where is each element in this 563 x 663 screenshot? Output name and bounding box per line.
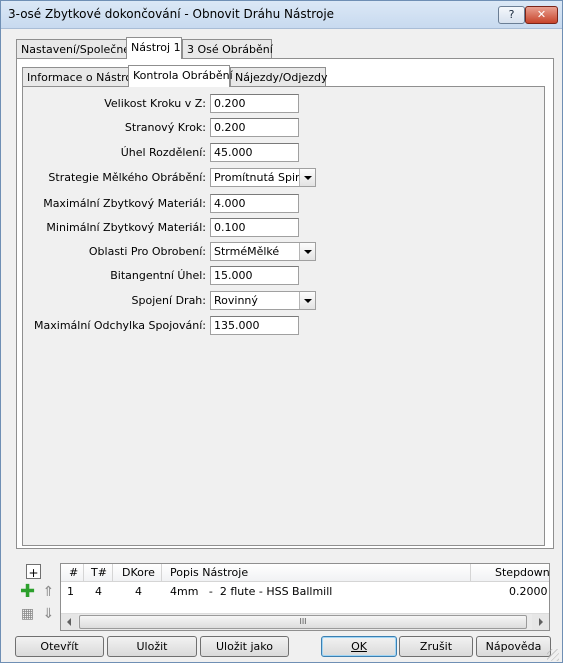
- cell-dcore: 4: [135, 585, 142, 598]
- scroll-right-icon[interactable]: [532, 614, 549, 630]
- close-button[interactable]: ✕: [525, 6, 558, 24]
- min-stock-input[interactable]: 0.100: [210, 218, 299, 237]
- tab-leads[interactable]: Nájezdy/Odjezdy: [230, 67, 328, 87]
- inner-tab-strip: Informace o Nástroji Kontrola Obrábění N…: [22, 65, 542, 87]
- table-row[interactable]: 1 4 4 4mm - 2 flute - HSS Ballmill 0.200…: [61, 583, 549, 601]
- row-shallow-strategy: Strategie Mělkého Obrábění: Promítnutá S…: [2, 168, 332, 188]
- cell-tnum: 4: [95, 585, 102, 598]
- max-link-dev-input[interactable]: 135.000: [210, 316, 299, 335]
- horizontal-scrollbar[interactable]: III: [61, 613, 549, 630]
- bitangent-input[interactable]: 15.000: [210, 266, 299, 285]
- dialog-window: 3-osé Zbytkové dokončování - Obnovit Drá…: [0, 0, 563, 663]
- shallow-strategy-select[interactable]: Promítnutá Spirála: [210, 168, 316, 187]
- row-regions: Oblasti Pro Obrobení: StrméMělké: [2, 242, 332, 262]
- move-down-icon[interactable]: ⇓: [39, 605, 58, 624]
- save-button[interactable]: Uložit: [107, 636, 197, 657]
- label-split-angle: Úhel Rozdělení:: [120, 146, 206, 159]
- row-step-z: Velikost Kroku v Z: 0.200: [2, 94, 332, 114]
- ok-button[interactable]: OK: [321, 636, 397, 657]
- move-up-icon[interactable]: ⇑: [39, 583, 58, 602]
- label-step-z: Velikost Kroku v Z:: [104, 97, 206, 110]
- save-as-button[interactable]: Uložit jako: [200, 636, 289, 657]
- window-title: 3-osé Zbytkové dokončování - Obnovit Drá…: [8, 7, 335, 21]
- scroll-thumb[interactable]: III: [79, 615, 527, 629]
- header-stepdown[interactable]: Stepdown: [495, 566, 550, 579]
- row-bitangent: Bitangentní Úhel: 15.000: [2, 266, 332, 286]
- label-shallow-strategy: Strategie Mělkého Obrábění:: [48, 171, 206, 184]
- tool-table-header: # T# DKore Popis Nástroje Stepdown: [61, 564, 550, 582]
- add-tool-icon[interactable]: ✚: [18, 583, 37, 602]
- row-link-paths: Spojení Drah: Rovinný: [2, 291, 332, 311]
- cancel-button[interactable]: Zrušit: [399, 636, 473, 657]
- step-z-input[interactable]: 0.200: [210, 94, 299, 113]
- stepover-input[interactable]: 0.200: [210, 118, 299, 137]
- label-regions: Oblasti Pro Obrobení:: [88, 245, 206, 258]
- tool-table: # T# DKore Popis Nástroje Stepdown 1 4 4…: [60, 563, 550, 631]
- row-split-angle: Úhel Rozdělení: 45.000: [2, 143, 332, 163]
- label-stepover: Stranový Krok:: [124, 121, 206, 134]
- header-tnum[interactable]: T#: [91, 566, 107, 579]
- cell-stepdown: 0.2000: [509, 585, 548, 598]
- regions-select[interactable]: StrméMělké: [210, 242, 316, 261]
- row-min-stock: Minimální Zbytkový Materiál: 0.100: [2, 218, 332, 238]
- label-min-stock: Minimální Zbytkový Materiál:: [46, 221, 206, 234]
- chevron-down-icon[interactable]: [299, 243, 315, 260]
- header-desc[interactable]: Popis Nástroje: [170, 566, 248, 579]
- outer-tab-strip: Nastavení/Společné Nástroj 1 3 Osé Obráb…: [16, 37, 556, 59]
- expand-icon[interactable]: +: [26, 564, 41, 580]
- open-button[interactable]: Otevřít: [15, 636, 104, 657]
- link-paths-value: Rovinný: [214, 294, 258, 307]
- link-paths-select[interactable]: Rovinný: [210, 291, 316, 310]
- title-bar: 3-osé Zbytkové dokončování - Obnovit Drá…: [1, 1, 562, 29]
- resize-grip-icon[interactable]: [547, 649, 559, 661]
- max-stock-input[interactable]: 4.000: [210, 194, 299, 213]
- machining-control-panel: Velikost Kroku v Z: 0.200 Stranový Krok:…: [22, 86, 545, 546]
- header-num[interactable]: #: [69, 566, 78, 579]
- shallow-strategy-value: Promítnutá Spirála: [214, 171, 300, 184]
- split-angle-input[interactable]: 45.000: [210, 143, 299, 162]
- tab-tool-1[interactable]: Nástroj 1: [126, 37, 182, 59]
- help-button[interactable]: Nápověda: [476, 636, 551, 657]
- label-max-link-dev: Maximální Odchylka Spojování:: [34, 319, 206, 332]
- tab-settings-common[interactable]: Nastavení/Společné: [16, 39, 130, 59]
- scroll-left-icon[interactable]: [61, 614, 78, 630]
- outer-tab-panel: Informace o Nástroji Kontrola Obrábění N…: [16, 58, 554, 549]
- row-max-stock: Maximální Zbytkový Materiál: 4.000: [2, 194, 332, 214]
- tab-3axis-machining[interactable]: 3 Osé Obrábění: [182, 39, 273, 59]
- row-stepover: Stranový Krok: 0.200: [2, 118, 332, 138]
- chevron-down-icon[interactable]: [299, 292, 315, 309]
- header-dcore[interactable]: DKore: [122, 566, 155, 579]
- help-title-button[interactable]: ?: [498, 6, 525, 24]
- label-bitangent: Bitangentní Úhel:: [110, 269, 206, 282]
- row-max-link-dev: Maximální Odchylka Spojování: 135.000: [2, 316, 332, 336]
- label-max-stock: Maximální Zbytkový Materiál:: [43, 197, 206, 210]
- tab-machining-control[interactable]: Kontrola Obrábění: [128, 65, 233, 87]
- chevron-down-icon[interactable]: [299, 169, 315, 186]
- cell-desc: 4mm - 2 flute - HSS Ballmill: [170, 585, 333, 598]
- delete-tool-icon[interactable]: ▦: [18, 605, 37, 624]
- label-link-paths: Spojení Drah:: [131, 294, 206, 307]
- tab-tool-info[interactable]: Informace o Nástroji: [22, 67, 138, 87]
- cell-num: 1: [67, 585, 74, 598]
- ok-label: OK: [351, 640, 367, 653]
- regions-value: StrméMělké: [214, 245, 280, 258]
